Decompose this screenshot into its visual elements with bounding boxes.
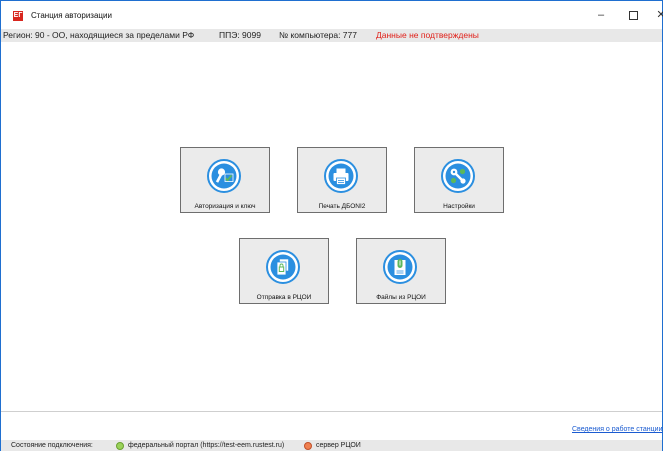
- tile-label: Файлы из РЦОИ: [376, 294, 426, 301]
- station-info-link[interactable]: Сведения о работе станции: [572, 426, 662, 433]
- station-info-bar: Регион: 90 - ОО, находящиеся за пределам…: [1, 29, 662, 42]
- files-download-icon: [383, 250, 417, 284]
- rcoi-server-status-icon: [304, 442, 312, 450]
- window-title: Станция авторизации: [31, 11, 112, 20]
- send-to-rcoi-button[interactable]: Отправка в РЦОИ: [239, 238, 329, 304]
- region-text: Регион: 90 - ОО, находящиеся за пределам…: [3, 30, 195, 40]
- printer-icon: [324, 159, 358, 193]
- print-button[interactable]: Печать ДБОNI2: [297, 147, 387, 213]
- close-button[interactable]: ✕: [651, 7, 663, 23]
- ppe-text: ППЭ: 9099: [219, 30, 261, 40]
- rcoi-server-status-text: сервер РЦОИ: [316, 442, 361, 449]
- settings-button[interactable]: Настройки: [414, 147, 504, 213]
- connection-status-label: Состояние подключения:: [11, 442, 93, 449]
- footer-divider: [1, 411, 662, 412]
- key-check-icon: [207, 159, 241, 193]
- send-package-icon: [266, 250, 300, 284]
- tile-label: Настройки: [443, 203, 475, 210]
- files-from-rcoi-button[interactable]: Файлы из РЦОИ: [356, 238, 446, 304]
- minimize-button[interactable]: –: [591, 7, 611, 23]
- tile-label: Печать ДБОNI2: [318, 203, 366, 210]
- federal-portal-status-text: федеральный портал (https://test-eem.rus…: [128, 442, 285, 449]
- unconfirmed-warning: Данные не подтверждены: [376, 30, 479, 40]
- app-logo-icon: ЕГ: [13, 11, 23, 21]
- app-window: ЕГ Станция авторизации – ✕ Регион: 90 - …: [0, 0, 663, 451]
- settings-icon: [441, 159, 475, 193]
- connection-status-bar: Состояние подключения: федеральный порта…: [1, 440, 662, 451]
- title-bar: ЕГ Станция авторизации – ✕: [1, 1, 663, 29]
- maximize-button[interactable]: [623, 7, 643, 23]
- maximize-icon: [628, 10, 638, 20]
- federal-portal-status-icon: [116, 442, 124, 450]
- authorization-key-button[interactable]: Авторизация и ключ: [180, 147, 270, 213]
- computer-number-text: № компьютера: 777: [279, 30, 357, 40]
- tile-label: Авторизация и ключ: [194, 203, 256, 210]
- tile-label: Отправка в РЦОИ: [256, 294, 312, 301]
